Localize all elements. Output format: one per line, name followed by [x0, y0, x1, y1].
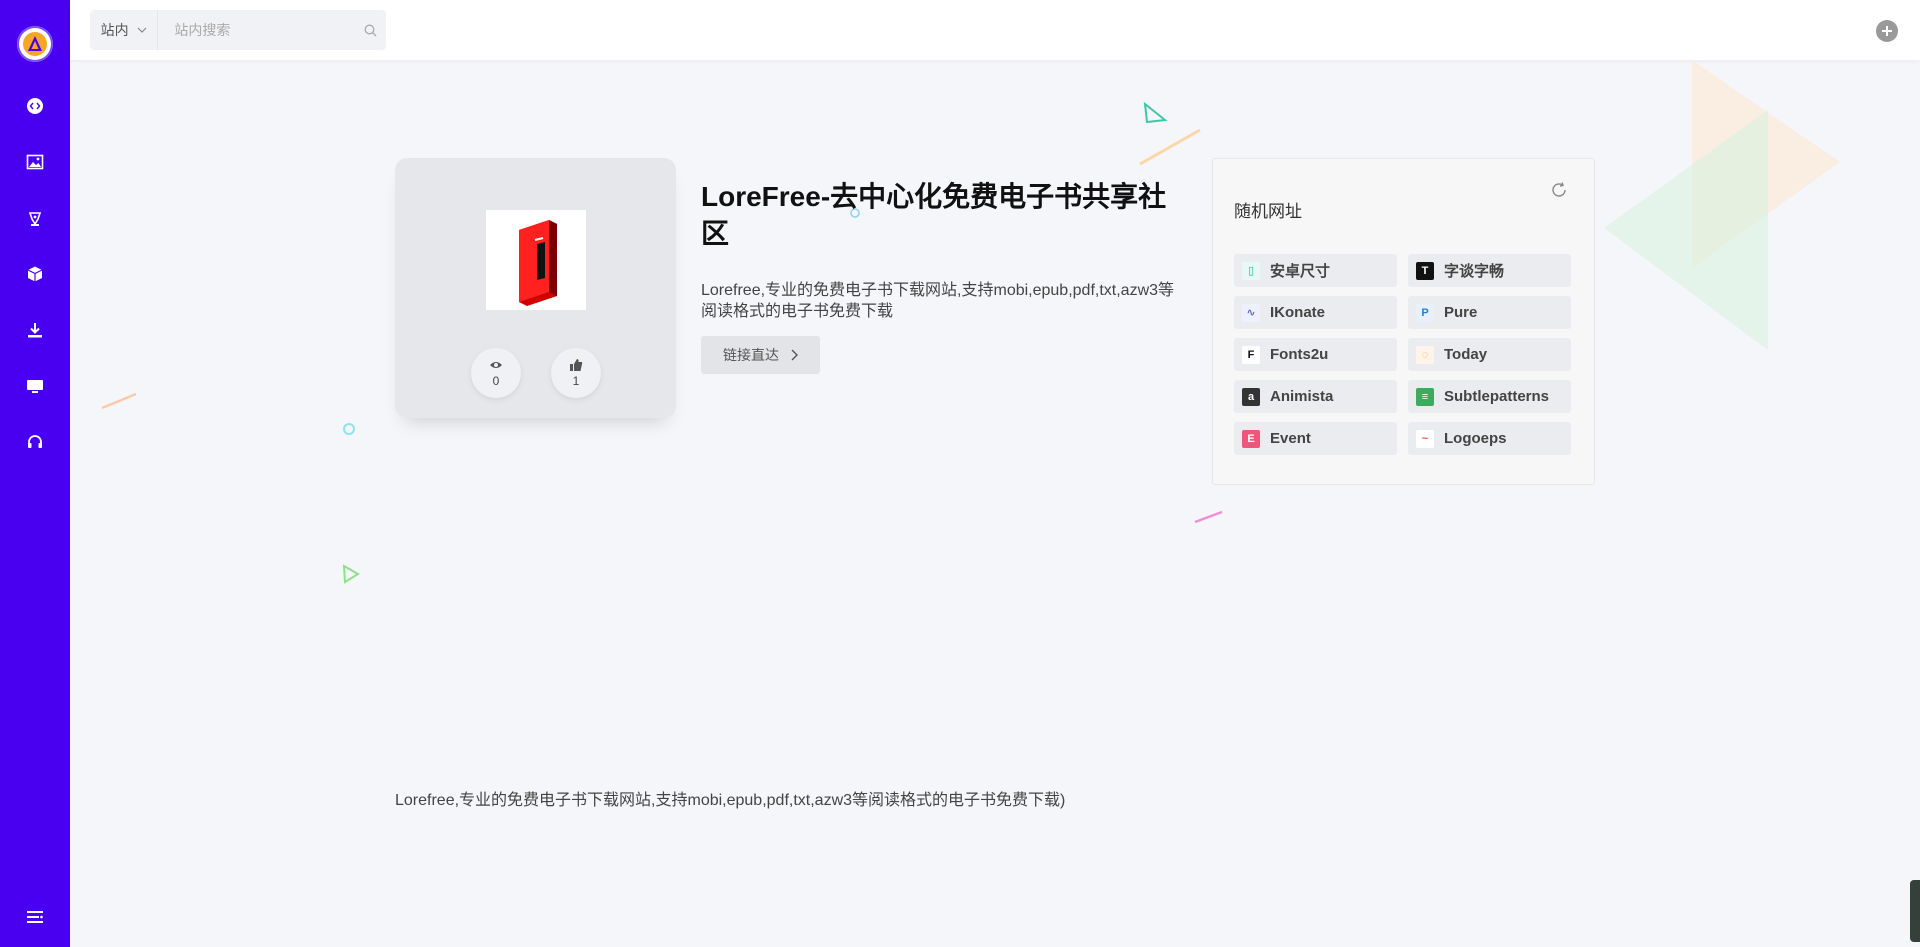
- views-count: 0: [492, 374, 500, 388]
- random-site-name: 字谈字畅: [1444, 263, 1505, 280]
- site-favicon-icon: ≡: [1416, 387, 1434, 406]
- site-favicon-icon: a: [1242, 387, 1260, 406]
- site-favicon-icon: E: [1242, 429, 1260, 448]
- site-description: Lorefree,专业的免费电子书下载网站,支持mobi,epub,pdf,tx…: [701, 282, 1175, 320]
- site-favicon-icon: P: [1416, 303, 1434, 322]
- refresh-icon[interactable]: [1550, 181, 1568, 199]
- random-site-name: Today: [1444, 346, 1488, 363]
- side-scroll-tab[interactable]: [1910, 880, 1920, 942]
- random-sites-title: 随机网址: [1234, 202, 1302, 221]
- random-site-name: 安卓尺寸: [1270, 263, 1331, 280]
- random-site-item[interactable]: ▯ 安卓尺寸: [1234, 254, 1397, 287]
- site-title: LoreFree-去中心化免费电子书共享社区: [701, 181, 1167, 249]
- random-site-name: Subtlepatterns: [1444, 388, 1550, 405]
- site-favicon-icon: ∿: [1242, 303, 1260, 322]
- random-site-item[interactable]: F Fonts2u: [1234, 338, 1397, 371]
- random-site-name: Animista: [1270, 388, 1334, 405]
- site-card: 0 1: [395, 158, 676, 418]
- goto-link-label: 链接直达: [723, 347, 779, 363]
- footer-description: Lorefree,专业的免费电子书下载网站,支持mobi,epub,pdf,tx…: [395, 792, 1066, 809]
- likes-stat[interactable]: 1: [551, 348, 601, 398]
- random-site-item[interactable]: ≡ Subtlepatterns: [1408, 380, 1571, 413]
- random-sites-grid: ▯ 安卓尺寸 T 字谈字畅 ∿ IKonate P Pure F Fonts2u ◌ Today a An…: [1234, 254, 1574, 455]
- site-info: LoreFree-去中心化免费电子书共享社区 Lorefree,专业的免费电子书…: [701, 178, 1181, 374]
- site-favicon-icon: ~: [1416, 429, 1434, 448]
- random-sites-panel: 随机网址 ▯ 安卓尺寸 T 字谈字畅 ∿ IKonate P Pure F Fonts2u ◌ Tod…: [1212, 158, 1595, 485]
- random-site-name: Event: [1270, 430, 1311, 447]
- thumbs-up-icon: [570, 359, 583, 371]
- random-site-item[interactable]: P Pure: [1408, 296, 1571, 329]
- random-site-name: IKonate: [1270, 304, 1326, 321]
- random-site-name: Fonts2u: [1270, 346, 1329, 363]
- site-thumbnail: [486, 210, 586, 310]
- site-favicon-icon: F: [1242, 345, 1260, 364]
- goto-link-button[interactable]: 链接直达: [701, 336, 820, 374]
- chevron-right-icon: [791, 349, 798, 361]
- random-site-name: Logoeps: [1444, 430, 1507, 447]
- book-icon: [519, 220, 557, 306]
- eye-icon: [490, 362, 502, 368]
- random-site-item[interactable]: a Animista: [1234, 380, 1397, 413]
- site-favicon-icon: ▯: [1242, 261, 1260, 280]
- random-site-item[interactable]: E Event: [1234, 422, 1397, 455]
- random-site-name: Pure: [1444, 304, 1478, 321]
- random-site-item[interactable]: ∿ IKonate: [1234, 296, 1397, 329]
- random-site-item[interactable]: ◌ Today: [1408, 338, 1571, 371]
- random-site-item[interactable]: ~ Logoeps: [1408, 422, 1571, 455]
- random-site-item[interactable]: T 字谈字畅: [1408, 254, 1571, 287]
- views-stat[interactable]: 0: [471, 348, 521, 398]
- site-favicon-icon: ◌: [1416, 345, 1434, 364]
- site-favicon-icon: T: [1416, 261, 1434, 280]
- likes-count: 1: [572, 374, 580, 388]
